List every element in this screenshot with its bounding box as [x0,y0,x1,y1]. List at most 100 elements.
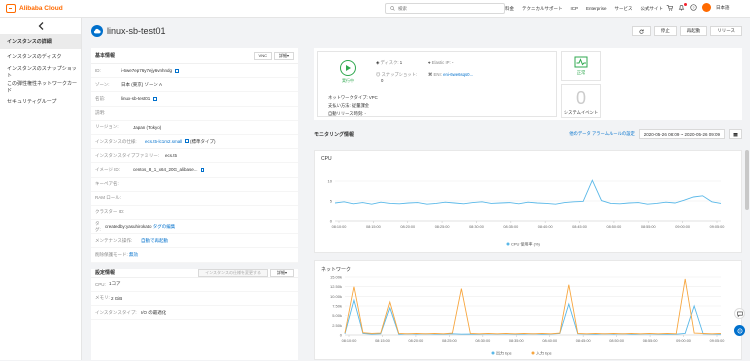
restart-button[interactable]: 再起動 [679,26,708,36]
y-tick-label: 2.50k [332,323,342,328]
x-tick-label: 08:55:00 [643,339,658,343]
system-events-card[interactable]: 0 システムイベント [561,84,601,118]
help-icon[interactable]: ? [690,4,697,11]
zone-value: 日本 (東京) ゾーン A [121,81,163,87]
eni-link[interactable]: eni-6we6sqs0... [443,72,473,77]
monitoring-links[interactable]: 他のデータ アラームルールの設定 [569,131,635,137]
change-spec-button[interactable]: インスタンスの仕様を変更する [198,268,268,277]
row-key: タグ: [95,220,101,232]
x-tick-label: 08:25:00 [435,225,450,229]
row-key: 名前: [95,95,106,101]
alibaba-cloud-logo[interactable]: Alibaba Cloud [6,4,63,13]
info-row-region: リージョン: Japan (Tokyo) [91,121,298,135]
x-tick-label: 08:40:00 [538,225,553,229]
row-key: メンテナンス操作: [95,237,133,243]
billing-method: 支払い方法: 従量課金 [328,103,370,108]
instance-type-link[interactable]: ecs.t5-lc1m2.small [145,139,182,144]
legend-marker [506,242,510,246]
x-tick-label: 08:20:00 [409,339,424,343]
nav-enterprise[interactable]: Enterprise [586,6,607,12]
info-row-deletion-protection: 削除保護モード: 無効 [91,248,298,263]
image-id: centos_8_1_x64_20G_alibase... [133,167,198,173]
x-tick-label: 08:55:00 [641,225,656,229]
x-tick-label: 08:30:00 [475,339,490,343]
avatar[interactable] [702,3,711,12]
series-line-0 [334,179,722,205]
x-tick-label: 08:45:00 [572,225,587,229]
info-row-name: 名前: linux-sb-test01 [91,92,298,107]
notification-bell[interactable] [678,2,687,12]
nav-services[interactable]: サービス [615,6,633,12]
calendar-button[interactable] [729,129,742,139]
sidebar-item-instance-details[interactable]: インスタンスの詳細 [0,34,81,49]
chat-button[interactable] [734,308,745,319]
copy-icon[interactable] [185,139,189,144]
x-tick-label: 08:30:00 [469,225,484,229]
copy-icon[interactable] [175,68,179,73]
sidebar-item-snapshots[interactable]: インスタンスのスナップショット [0,64,81,79]
row-key: メモリ: [95,295,110,301]
x-tick-label: 08:40:00 [542,339,557,343]
search-box[interactable] [385,3,505,14]
sidebar-item-security-groups[interactable]: セキュリティグループ [0,94,81,109]
nav-official-site[interactable]: 公式サイト [641,6,664,12]
cloud-instance-icon [91,25,103,37]
sidebar-item-eni[interactable]: この弾性権性ネットワークカード [0,79,81,94]
y-tick-label: 15.00k [330,275,342,280]
sidebar-item-disks[interactable]: インスタンスのディスク [0,49,81,64]
monitoring-title: モニタリング情報 [314,131,355,138]
instance-name: linux-sb-test01 [121,96,151,102]
page-title: linux-sb-test01 [107,26,166,36]
y-tick-label: 5.00k [332,313,342,318]
config-info-title: 設定情報 [95,270,116,277]
back-button[interactable] [0,18,81,34]
y-tick-label: 0 [330,219,333,224]
refresh-button[interactable] [631,26,651,36]
nav-icp[interactable]: ICP [571,6,579,12]
copy-icon[interactable] [200,168,205,173]
cart-icon[interactable] [666,4,673,11]
edit-icon[interactable] [153,97,157,102]
row-key: RAM ロール: [95,195,121,201]
release-button[interactable]: リリース [710,26,742,36]
disk-info[interactable]: ◈ ディスク: 1 [376,60,402,66]
auto-restart-link[interactable]: 自動で再起動 [141,238,168,243]
events-count: 0 [575,88,586,108]
disk-count: 1 [399,60,403,65]
info-row-keypair: キーペア名: [91,178,298,192]
health-status-card[interactable]: 正常 [561,51,601,81]
family-value: ecs.t5 [165,153,178,159]
basic-info-more-button[interactable]: 詳細▾ [273,51,294,60]
row-key: イメージ ID: [95,166,120,172]
language-selector[interactable]: 日本語 [716,5,730,11]
config-more-button[interactable]: 詳細▾ [269,268,294,277]
basic-info-header: 基本情報 VNC 詳細▾ [91,48,298,64]
legend-label: 入力 bps [536,350,552,356]
eni-info: ⌘ ENI: eni-6we6sqs0... [428,72,473,78]
summary-panel: 実行中 ◈ ディスク: 1 ◎ スナップショット: 0 ⌖ Elastic IP… [314,48,742,120]
search-input[interactable] [398,6,498,11]
row-key: 削除保護モード: [95,252,128,258]
chat-icon [736,311,743,317]
instance-actions: 停止 再起動 リリース [631,26,742,36]
row-key: インスタンスタイプファミリー: [95,152,160,158]
chevron-left-icon [38,22,43,30]
x-tick-label: 08:25:00 [442,339,457,343]
top-nav-links: 料金 テクニカルサポート ICP Enterprise サービス 公式サイト [505,6,663,12]
cpu-chart: 0 5 10 08:10:00 08:15:00 08:20:00 08:25:00 08:3… [328,179,725,247]
vnc-button[interactable]: VNC [253,51,272,60]
page-scrollbar-thumb[interactable] [745,150,749,210]
edit-tags-link[interactable]: タグの編集 [153,224,176,229]
nav-pricing[interactable]: 料金 [505,6,514,12]
date-range-picker[interactable]: 2020-05-26 08:09 ~ 2020-05-26 09:09 [638,129,725,139]
row-key: ID: [95,68,101,74]
running-state-label: 実行中 [342,78,354,83]
config-row-cpu: CPU: 1コア [91,278,298,292]
instance-id: i-6we7ep76y7ejy6vnhndg [121,68,173,74]
nav-tech-support[interactable]: テクニカルサポート [522,6,563,12]
deletion-protection-link[interactable]: 無効 [129,252,138,257]
io-optimized-value: I/O の最適化 [141,309,167,315]
stop-button[interactable]: 停止 [653,26,677,36]
row-key: クラスター ID: [95,209,125,215]
assistant-button[interactable] [734,325,745,336]
